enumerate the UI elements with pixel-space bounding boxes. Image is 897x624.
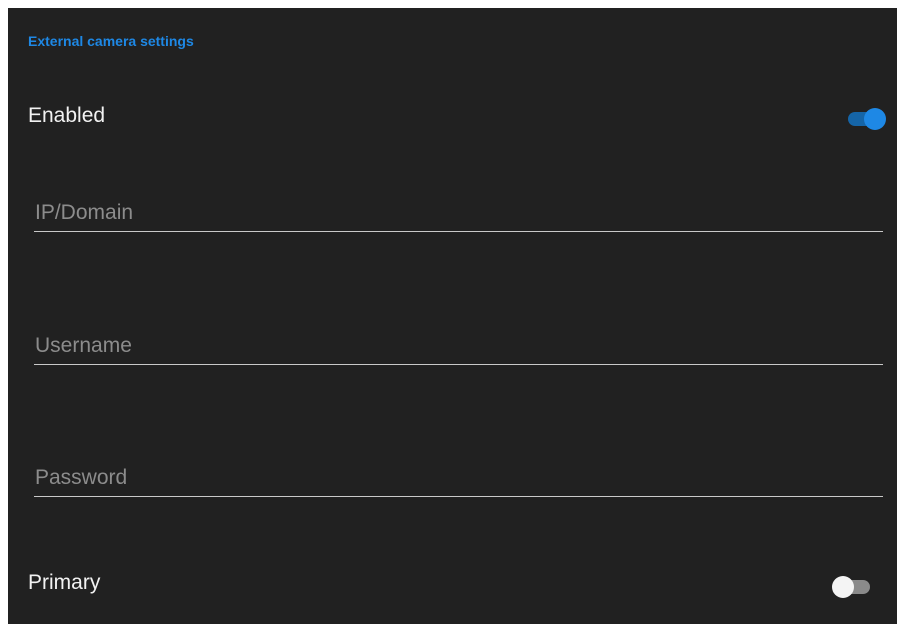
enabled-toggle[interactable] [844,103,888,133]
ip-domain-field [34,194,883,232]
primary-toggle[interactable] [832,571,876,601]
enabled-label: Enabled [28,104,106,127]
password-input[interactable] [34,459,883,497]
username-input[interactable] [34,327,883,365]
section-title: External camera settings [28,33,194,49]
primary-label: Primary [28,571,101,594]
camera-settings-panel: External camera settings Enabled Primary [8,8,897,624]
ip-domain-input[interactable] [34,194,883,232]
username-field [34,327,883,365]
toggle-thumb [864,108,886,130]
password-field [34,459,883,497]
toggle-thumb [832,576,854,598]
